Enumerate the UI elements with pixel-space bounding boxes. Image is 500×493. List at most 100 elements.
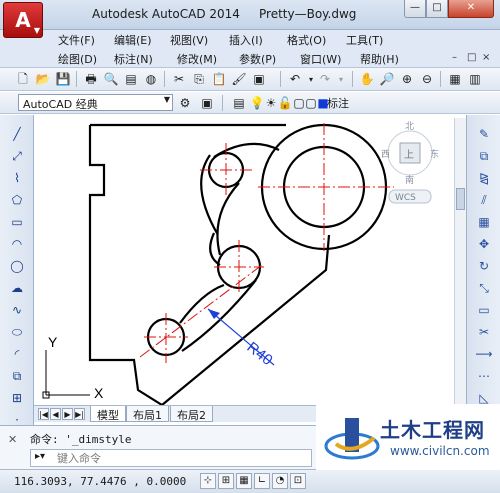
chevron-down-icon[interactable]: ▾ [332,71,350,89]
extend-icon[interactable]: ⟶ [475,345,493,363]
menu-modify[interactable]: 修改(M) [177,51,217,67]
close-icon[interactable]: ✕ [8,433,17,446]
part-outline [88,123,388,405]
make-block-icon[interactable]: ⊞ [8,389,26,407]
print-icon[interactable]: 🖶 [82,70,100,88]
workspace-settings-icon[interactable]: ⚙ [176,94,194,112]
menu-insert[interactable]: 插入(I) [229,32,263,48]
copy-object-icon[interactable]: ⧉ [475,147,493,165]
ellipse-arc-icon[interactable]: ◜ [8,345,26,363]
polar-tracking-icon[interactable]: ◔ [272,473,288,489]
toolbar-divider [352,71,353,87]
mirror-icon[interactable]: ⧎ [475,169,493,187]
properties-palette-icon[interactable]: ▦ [446,70,464,88]
last-tab-button[interactable]: ▶| [74,408,85,420]
erase-icon[interactable]: ✎ [475,125,493,143]
chevron-down-icon: ▼ [33,26,40,35]
rectangle-icon[interactable]: ▭ [8,213,26,231]
infer-constraints-icon[interactable]: ⊹ [200,473,216,489]
copy-icon[interactable]: ⎘ [190,70,208,88]
layer-manager-icon[interactable]: ▤ [230,94,248,112]
match-properties-icon[interactable]: 🖌 [230,70,248,88]
pan-hand-icon[interactable]: ✋ [358,70,376,88]
workspace-layer-toolbar: AutoCAD 经典 ▼ ⚙ ▣ ▤ 💡 ☀ 🔓 ▢ ▢ ■ 标注 [0,92,500,114]
command-input[interactable] [57,450,307,466]
viewcube-north-label[interactable]: 北 [405,121,414,132]
polygon-icon[interactable]: ⬠ [8,191,26,209]
revision-cloud-icon[interactable]: ☁ [8,279,26,297]
toolbar-divider [440,71,441,87]
publish-icon[interactable]: ▤ [122,70,140,88]
clean-screen-icon[interactable]: ▣ [198,94,216,112]
command-prompt-icon[interactable]: ▸▾ [35,451,45,462]
close-button[interactable]: ✕ [448,0,494,18]
line-icon[interactable]: ╱ [8,125,26,143]
scrollbar-thumb[interactable] [456,188,465,210]
trim-icon[interactable]: ✂ [475,323,493,341]
toolbar-divider [222,95,223,111]
break-icon[interactable]: ⋯ [475,367,493,385]
globe-icon[interactable]: ◍ [142,70,160,88]
document-restore-button[interactable]: □ [467,52,476,63]
menu-parametric[interactable]: 参数(P) [239,51,276,67]
current-layer-name[interactable]: 标注 [327,95,349,111]
maximize-button[interactable]: □ [426,0,448,18]
move-icon[interactable]: ✥ [475,235,493,253]
application-menu-button[interactable]: A ▼ [3,2,43,38]
tab-model[interactable]: 模型 [90,406,126,422]
command-history-value: '_dimstyle [65,433,132,446]
grid-display-icon[interactable]: ▦ [236,473,252,489]
array-icon[interactable]: ▦ [475,213,493,231]
save-icon[interactable]: 💾 [54,70,72,88]
viewcube-east-label[interactable]: 东 [430,148,439,160]
menu-tools[interactable]: 工具(T) [346,32,383,48]
object-snap-icon[interactable]: ⊡ [290,473,306,489]
menu-dimension[interactable]: 标注(N) [114,51,153,67]
minimize-button[interactable]: — [404,0,426,18]
menu-format[interactable]: 格式(O) [287,32,326,48]
document-close-button[interactable]: × [482,52,490,63]
stretch-icon[interactable]: ▭ [475,301,493,319]
insert-block-icon[interactable]: ⧉ [8,367,26,385]
first-tab-button[interactable]: |◀ [38,408,49,420]
menu-edit[interactable]: 编辑(E) [114,32,152,48]
menu-file[interactable]: 文件(F) [58,32,95,48]
zoom-realtime-icon[interactable]: 🔎 [378,70,396,88]
menu-view[interactable]: 视图(V) [170,32,208,48]
previous-tab-button[interactable]: ◀ [50,408,61,420]
drawing-canvas[interactable]: R40 Y X 上 北 南 东 西 WCS [34,115,466,405]
open-folder-icon[interactable]: 📂 [34,70,52,88]
menu-help[interactable]: 帮助(H) [360,51,399,67]
ortho-mode-icon[interactable]: ∟ [254,473,270,489]
zoom-previous-icon[interactable]: ⊖ [418,70,436,88]
tab-layout1[interactable]: 布局1 [126,406,169,422]
circle-icon[interactable]: ◯ [8,257,26,275]
scale-icon[interactable]: ⤡ [475,279,493,297]
construction-line-icon[interactable]: ⤢ [8,147,26,165]
vertical-scrollbar[interactable] [454,118,466,405]
polyline-icon[interactable]: ⌇ [8,169,26,187]
standard-toolbar: 🗋 📂 💾 🖶 🔍 ▤ ◍ ✂ ⎘ 📋 🖌 ▣ ↶ ▾ ↷ ▾ ✋ 🔎 ⊕ ⊖ … [0,68,500,91]
paste-icon[interactable]: 📋 [210,70,228,88]
snap-mode-icon[interactable]: ⊞ [218,473,234,489]
tab-layout2[interactable]: 布局2 [170,406,213,422]
design-center-icon[interactable]: ▥ [466,70,484,88]
next-tab-button[interactable]: ▶ [62,408,73,420]
menu-window[interactable]: 窗口(W) [300,51,341,67]
spline-icon[interactable]: ∿ [8,301,26,319]
ellipse-icon[interactable]: ⬭ [8,323,26,341]
arc-icon[interactable]: ◠ [8,235,26,253]
menu-draw[interactable]: 绘图(D) [58,51,97,67]
block-editor-icon[interactable]: ▣ [250,70,268,88]
cut-icon[interactable]: ✂ [170,70,188,88]
print-preview-icon[interactable]: 🔍 [102,70,120,88]
rotate-icon[interactable]: ↻ [475,257,493,275]
viewcube-west-label[interactable]: 西 [381,149,390,160]
workspace-dropdown[interactable]: AutoCAD 经典 ▼ [18,94,173,111]
zoom-window-icon[interactable]: ⊕ [398,70,416,88]
document-minimize-button[interactable]: – [452,52,457,63]
viewcube-south-label[interactable]: 南 [405,174,414,186]
offset-icon[interactable]: ⫽ [475,191,493,209]
new-file-icon[interactable]: 🗋 [14,70,32,88]
cursor-coordinates[interactable]: 116.3093, 77.4476 , 0.0000 [14,475,186,488]
